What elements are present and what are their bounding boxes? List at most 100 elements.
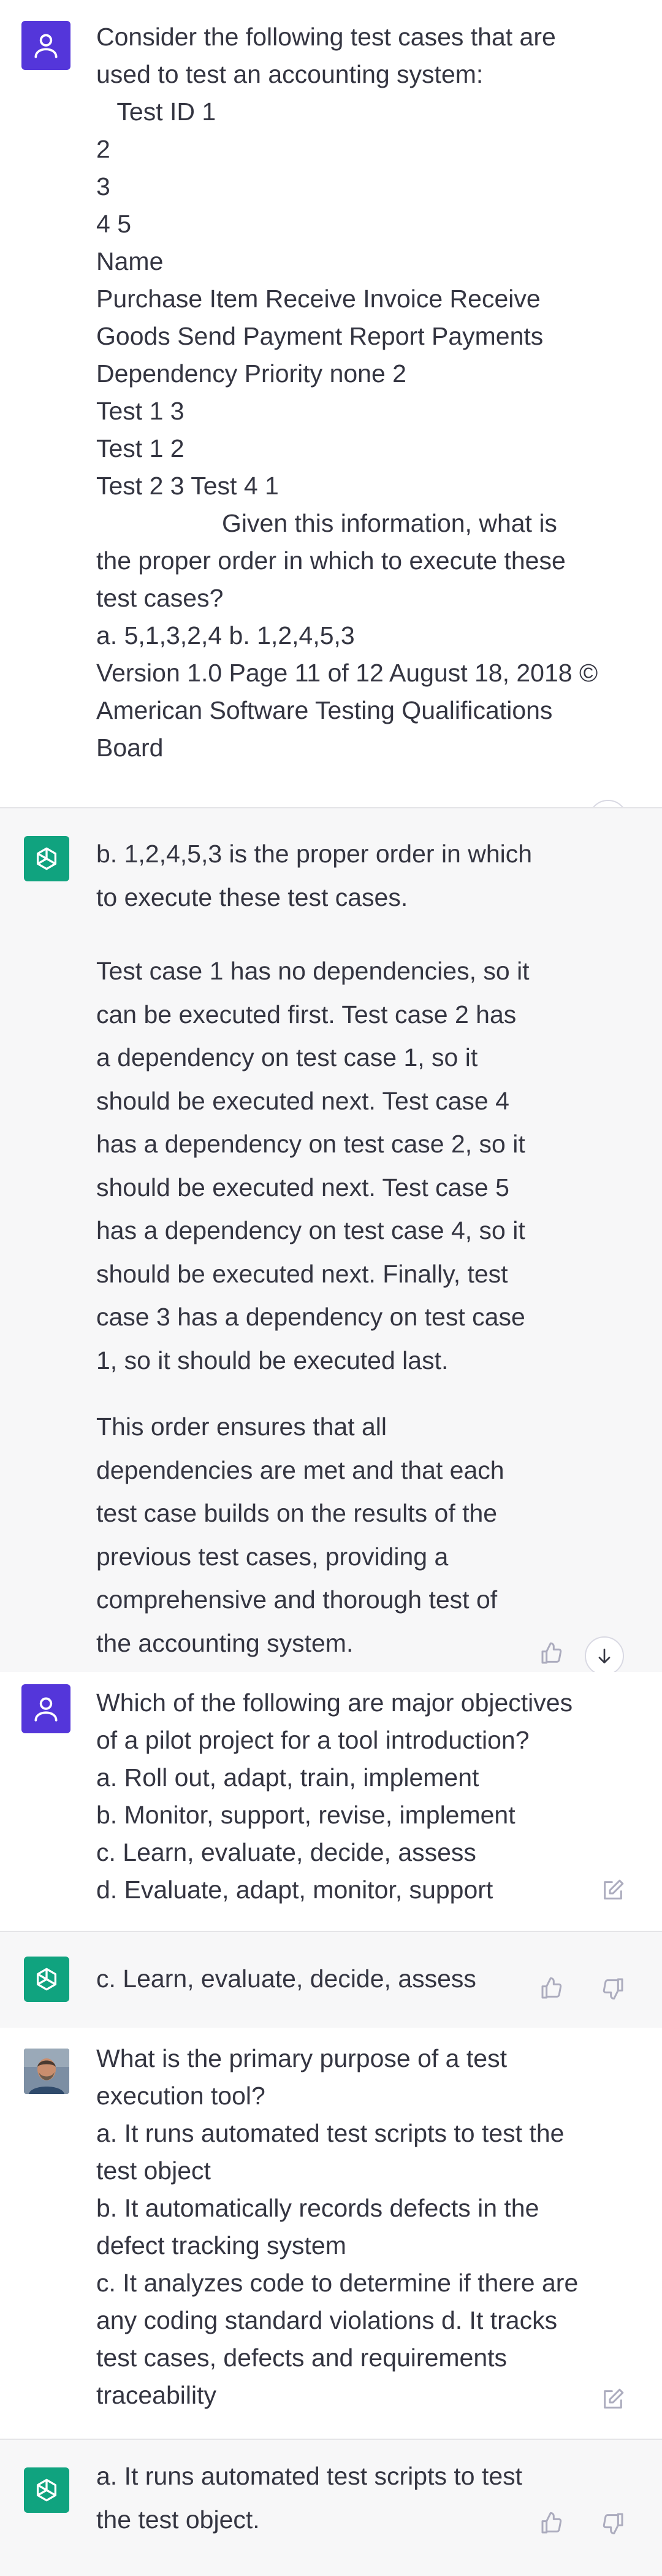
arrow-down-icon	[598, 1649, 611, 1663]
message-line: This order ensures that all	[96, 1413, 387, 1441]
thumbs-down-icon	[603, 1978, 623, 2000]
message-line: d. Evaluate, adapt, monitor, support	[96, 1876, 493, 1904]
openai-logo-icon	[36, 1968, 57, 1991]
message-line: b. 1,2,4,5,3 is the proper order in whic…	[96, 840, 533, 868]
thumbs-down-button[interactable]	[597, 1972, 629, 2004]
message-line: Test 2 3 Test 4 1	[96, 472, 279, 500]
message-assistant-2: c. Learn, evaluate, decide, assess	[0, 1932, 662, 2028]
message-line: Which of the following are major objecti…	[96, 1689, 573, 1717]
message-line: has a dependency on test case 4, so it	[96, 1216, 525, 1244]
message-line: traceability	[96, 2381, 216, 2409]
message-line: previous test cases, providing a	[96, 1542, 449, 1571]
message-line: comprehensive and thorough test of	[96, 1585, 498, 1614]
message-line: Consider the following test cases that a…	[96, 23, 556, 51]
thumbs-up-icon	[541, 1642, 562, 1664]
message-line: c. Learn, evaluate, decide, assess	[96, 1838, 476, 1866]
message-line: 2	[96, 135, 110, 163]
message-line: c. It analyzes code to determine if ther…	[96, 2269, 579, 2297]
message-line: test cases, defects and requirements	[96, 2344, 508, 2372]
thumbs-up-button[interactable]	[536, 2507, 568, 2539]
message-line: the test object.	[96, 2505, 260, 2534]
thumbs-up-button[interactable]	[536, 1638, 568, 1669]
message-line: to execute these test cases.	[96, 883, 408, 911]
message-line: has a dependency on test case 2, so it	[96, 1130, 525, 1158]
edit-icon	[604, 2388, 624, 2409]
message-line: a dependency on test case 1, so it	[96, 1043, 478, 1071]
message-text: a. It runs automated test scripts to tes…	[96, 2455, 599, 2541]
message-line: a. It runs automated test scripts to tes…	[96, 2119, 565, 2147]
message-line: should be executed next. Test case 5	[96, 1173, 509, 1202]
message-line: Test ID 1	[96, 98, 216, 126]
edit-icon	[604, 1879, 624, 1899]
message-line: defect tracking system	[96, 2231, 346, 2260]
user-avatar	[21, 1684, 70, 1733]
message-line: b. Monitor, support, revise, implement	[96, 1801, 516, 1829]
message-line: 1, so it should be executed last.	[96, 1346, 449, 1374]
thumbs-up-icon	[541, 1977, 562, 1999]
openai-logo-icon	[36, 2478, 57, 2502]
message-text: c. Learn, evaluate, decide, assess	[96, 1960, 599, 1998]
message-line: a. 5,1,3,2,4 b. 1,2,4,5,3	[96, 621, 355, 650]
message-text: b. 1,2,4,5,3 is the proper order in whic…	[96, 832, 599, 1665]
openai-logo-icon	[36, 847, 57, 870]
message-line: execution tool?	[96, 2082, 265, 2110]
assistant-avatar	[24, 836, 69, 881]
thumbs-down-button[interactable]	[597, 2507, 629, 2539]
person-icon	[34, 1697, 58, 1722]
person-icon	[34, 34, 58, 58]
message-line: Test 1 3	[96, 397, 185, 425]
message-user-3: What is the primary purpose of a test ex…	[0, 2028, 662, 2440]
message-line: the proper order in which to execute the…	[96, 546, 566, 575]
message-user-1: Consider the following test cases that a…	[0, 0, 662, 839]
assistant-avatar	[24, 1957, 69, 2002]
message-user-2: Which of the following are major objecti…	[0, 1672, 662, 1932]
message-line: a. Roll out, adapt, train, implement	[96, 1763, 479, 1792]
message-line: the accounting system.	[96, 1628, 354, 1657]
message-text: Consider the following test cases that a…	[96, 18, 599, 767]
message-line: should be executed next. Test case 4	[96, 1086, 509, 1115]
message-line: dependencies are met and that each	[96, 1455, 504, 1484]
thumbs-up-button[interactable]	[536, 1972, 568, 2004]
edit-button[interactable]	[597, 2383, 629, 2415]
assistant-avatar	[24, 2467, 69, 2513]
edit-button[interactable]	[597, 1874, 629, 1906]
message-line: Board	[96, 734, 164, 762]
message-line: of a pilot project for a tool introducti…	[96, 1726, 530, 1754]
user-photo-avatar	[24, 2049, 69, 2094]
message-line: Purchase Item Receive Invoice Receive	[96, 285, 541, 313]
message-line: Test case 1 has no dependencies, so it	[96, 957, 530, 985]
message-line: b. It automatically records defects in t…	[96, 2194, 539, 2222]
message-assistant-1: b. 1,2,4,5,3 is the proper order in whic…	[0, 808, 662, 1676]
message-assistant-3: a. It runs automated test scripts to tes…	[0, 2440, 662, 2576]
message-line: American Software Testing Qualifications	[96, 696, 553, 724]
message-line: test case builds on the results of the	[96, 1499, 498, 1527]
message-line: Goods Send Payment Report Payments	[96, 322, 544, 350]
paragraph: b. 1,2,4,5,3 is the proper order in whic…	[96, 832, 599, 919]
message-line: case 3 has a dependency on test case	[96, 1303, 525, 1331]
message-line: c. Learn, evaluate, decide, assess	[96, 1965, 476, 1993]
message-line: Test 1 2	[96, 434, 185, 462]
message-line: test cases?	[96, 584, 224, 612]
message-line: Given this information, what is	[96, 509, 557, 537]
scroll-down-button[interactable]	[585, 1636, 624, 1676]
message-text: Which of the following are major objecti…	[96, 1684, 599, 1909]
message-text: What is the primary purpose of a test ex…	[96, 2040, 599, 2414]
message-line: test object	[96, 2156, 211, 2185]
message-line: used to test an accounting system:	[96, 60, 484, 88]
paragraph: Test case 1 has no dependencies, so it c…	[96, 949, 599, 1382]
message-line: can be executed first. Test case 2 has	[96, 1000, 517, 1029]
user-photo-avatar	[24, 2049, 69, 2094]
message-line: should be executed next. Finally, test	[96, 1259, 508, 1288]
message-line: 4 5	[96, 210, 131, 238]
paragraph: This order ensures that all dependencies…	[96, 1405, 599, 1665]
message-line: Version 1.0 Page 11 of 12 August 18, 201…	[96, 659, 598, 687]
thumbs-up-icon	[541, 2512, 562, 2534]
message-line: a. It runs automated test scripts to tes…	[96, 2462, 523, 2490]
message-line: What is the primary purpose of a test	[96, 2044, 507, 2072]
message-line: any coding standard violations d. It tra…	[96, 2306, 558, 2334]
user-avatar	[21, 21, 70, 70]
message-line: Dependency Priority none 2	[96, 359, 406, 388]
message-line: 3	[96, 172, 110, 201]
thumbs-down-icon	[603, 2513, 623, 2535]
message-line: Name	[96, 247, 164, 275]
